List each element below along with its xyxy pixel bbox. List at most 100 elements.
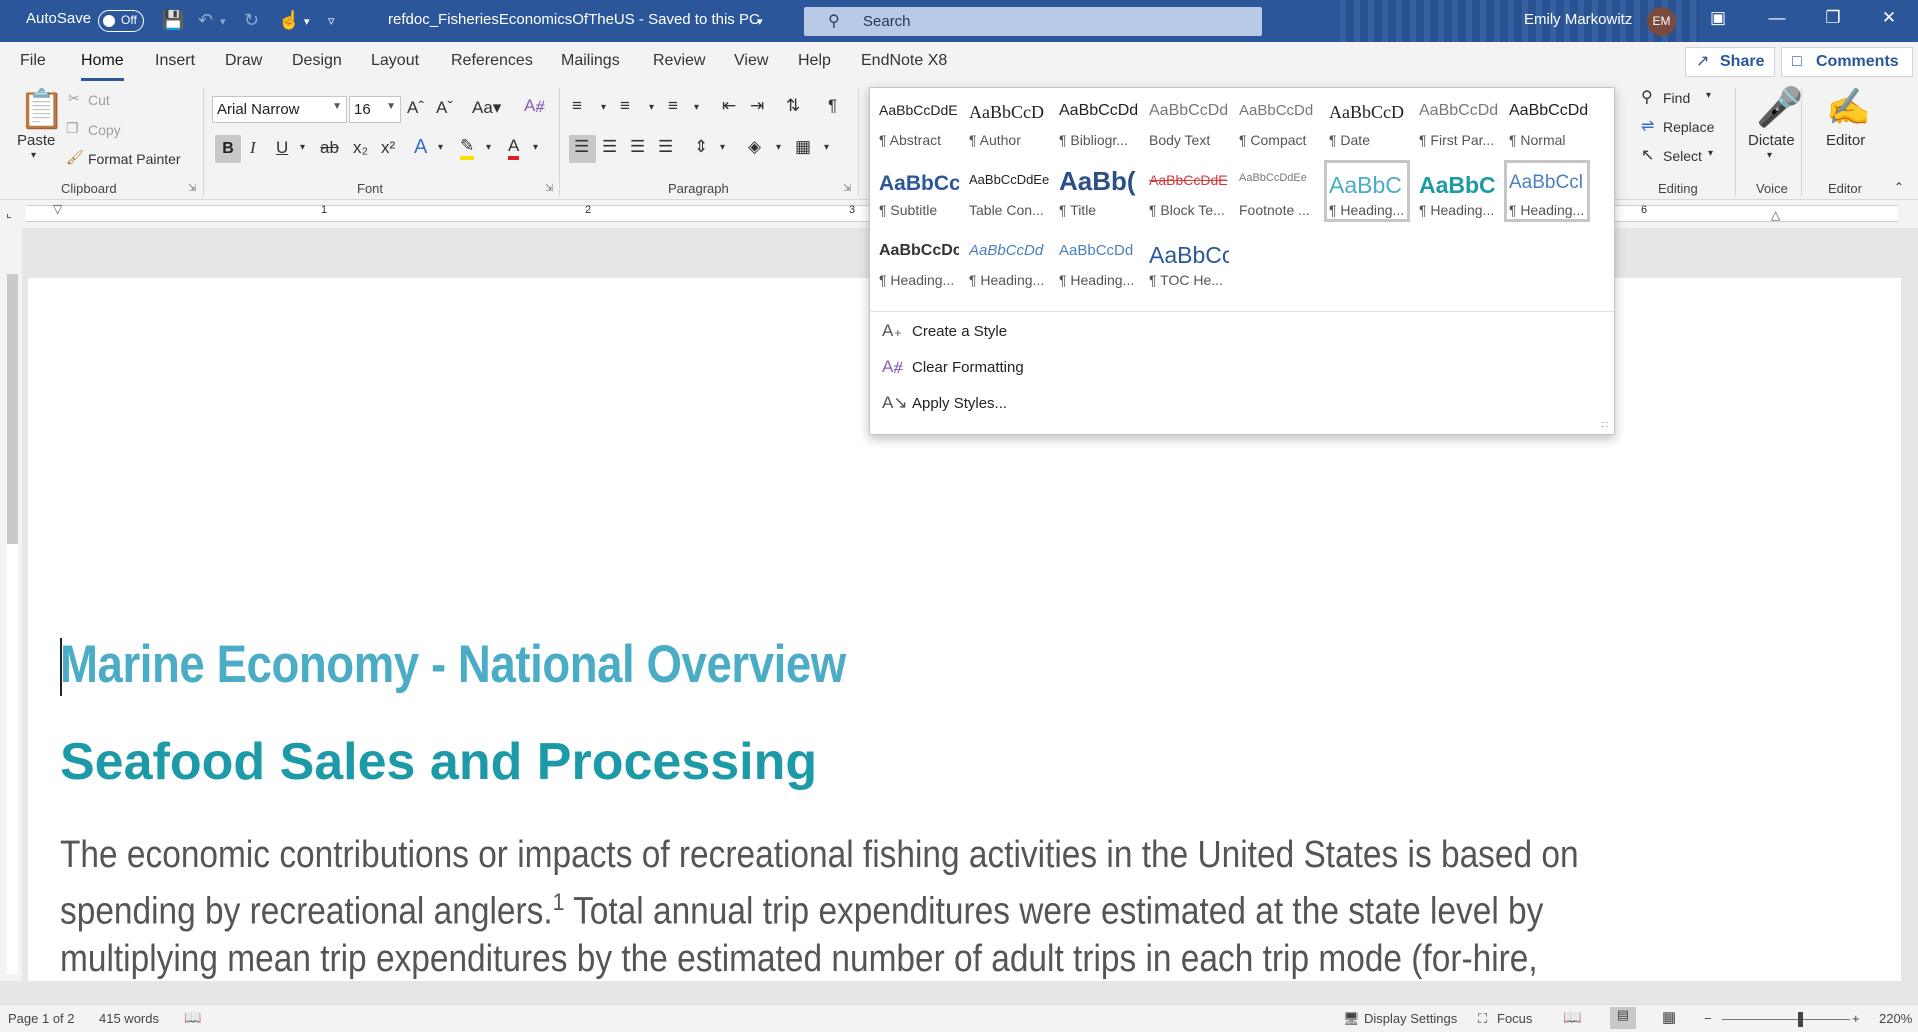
cut-button[interactable]: Cut	[88, 92, 110, 108]
paste-dropdown-icon[interactable]: ▾	[31, 150, 36, 161]
clipboard-launcher-icon[interactable]: ⇲	[188, 183, 196, 194]
tab-view[interactable]: View	[734, 52, 768, 70]
style-author[interactable]: AaBbCcD ¶ Author	[964, 90, 1050, 152]
minimize-icon[interactable]: —	[1762, 8, 1792, 34]
style-heading-6[interactable]: AaBbCcDd ¶ Heading...	[1054, 230, 1140, 292]
redo-icon[interactable]: ↻	[244, 10, 259, 31]
title-dropdown-icon[interactable]: ▾	[757, 15, 763, 28]
touch-dropdown-icon[interactable]: ▾	[304, 15, 310, 28]
tab-endnote[interactable]: EndNote X8	[861, 52, 947, 70]
text-effects-icon[interactable]: A	[414, 136, 427, 159]
font-color-icon[interactable]: A	[508, 136, 520, 160]
user-name[interactable]: Emily Markowitz	[1524, 11, 1632, 28]
customize-toolbar-icon[interactable]: ▿	[328, 13, 335, 29]
search-box[interactable]: ⚲ Search	[804, 7, 1262, 36]
superscript-button[interactable]: x²	[381, 138, 395, 158]
style-subtitle[interactable]: AaBbCc ¶ Subtitle	[874, 160, 960, 222]
tab-review[interactable]: Review	[653, 52, 705, 70]
sort-icon[interactable]: ⇅	[786, 96, 800, 116]
numbering-dropdown-icon[interactable]: ▾	[649, 102, 654, 113]
heading-2[interactable]: Seafood Sales and Processing	[60, 732, 817, 792]
comments-button[interactable]: □ Comments	[1781, 47, 1913, 77]
style-compact[interactable]: AaBbCcDd ¶ Compact	[1234, 90, 1320, 152]
multilevel-list-icon[interactable]: ≡	[668, 96, 678, 116]
style-body-text[interactable]: AaBbCcDdl Body Text	[1144, 90, 1230, 152]
apply-styles-action[interactable]: A↘ Apply Styles...	[882, 393, 1007, 413]
underline-button[interactable]: U	[276, 138, 288, 158]
increase-indent-icon[interactable]: ⇥	[750, 96, 764, 116]
zoom-in-icon[interactable]: +	[1852, 1011, 1860, 1026]
font-color-dropdown-icon[interactable]: ▾	[533, 142, 538, 153]
select-button[interactable]: Select	[1663, 148, 1702, 164]
bullets-dropdown-icon[interactable]: ▾	[601, 102, 606, 113]
strikethrough-button[interactable]: ab	[320, 138, 339, 158]
bullets-icon[interactable]: ≡	[572, 96, 582, 116]
style-normal[interactable]: AaBbCcDdl ¶ Normal	[1504, 90, 1590, 152]
clear-formatting-icon[interactable]: A⧣	[524, 96, 545, 116]
find-button[interactable]: Find	[1663, 90, 1690, 106]
print-layout-icon[interactable]: ▤	[1610, 1007, 1636, 1029]
shading-dropdown-icon[interactable]: ▾	[776, 142, 781, 153]
indent-marker-icon[interactable]: ▽	[53, 202, 62, 216]
save-icon[interactable]: 💾	[162, 10, 184, 31]
avatar[interactable]: EM	[1647, 7, 1676, 36]
multilevel-dropdown-icon[interactable]: ▾	[694, 102, 699, 113]
editor-button[interactable]: Editor	[1826, 132, 1865, 149]
change-case-icon[interactable]: Aa▾	[472, 98, 501, 118]
decrease-indent-icon[interactable]: ⇤	[722, 96, 736, 116]
footnote-reference[interactable]: 1	[553, 889, 565, 916]
right-indent-marker-icon[interactable]: △	[1771, 208, 1780, 222]
style-bibliography[interactable]: AaBbCcDdl ¶ Bibliogr...	[1054, 90, 1140, 152]
style-table-contents[interactable]: AaBbCcDdEe Table Con...	[964, 160, 1050, 222]
text-effects-dropdown-icon[interactable]: ▾	[438, 142, 443, 153]
share-button[interactable]: ↗ Share	[1685, 47, 1775, 77]
vertical-scrollbar[interactable]	[1901, 228, 1918, 981]
display-settings-button[interactable]: Display Settings	[1364, 1011, 1457, 1026]
style-footnote[interactable]: AaBbCcDdEe Footnote ...	[1234, 160, 1320, 222]
undo-icon[interactable]: ↶	[198, 10, 213, 31]
style-heading-5[interactable]: AaBbCcDd ¶ Heading...	[964, 230, 1050, 292]
heading-1[interactable]: Marine Economy - National Overview	[60, 634, 846, 695]
touch-mode-icon[interactable]: ☝	[278, 10, 300, 31]
restore-icon[interactable]: ❐	[1818, 8, 1848, 34]
line-spacing-icon[interactable]: ⇕	[694, 137, 708, 157]
paragraph-launcher-icon[interactable]: ⇲	[843, 183, 851, 194]
style-abstract[interactable]: AaBbCcDdE ¶ Abstract	[874, 90, 960, 152]
close-icon[interactable]: ✕	[1874, 8, 1904, 34]
subscript-button[interactable]: x₂	[353, 138, 368, 158]
zoom-slider[interactable]	[1722, 1019, 1850, 1020]
clear-formatting-action[interactable]: A⧣ Clear Formatting	[882, 357, 1024, 377]
bold-button[interactable]: B	[215, 135, 241, 163]
borders-icon[interactable]: ▦	[795, 137, 811, 157]
shrink-font-icon[interactable]: Aˇ	[436, 98, 453, 118]
dictate-dropdown-icon[interactable]: ▾	[1767, 150, 1772, 161]
justify-icon[interactable]: ☰	[658, 137, 673, 157]
grow-font-icon[interactable]: Aˆ	[407, 98, 424, 118]
page-count[interactable]: Page 1 of 2	[8, 1011, 75, 1026]
style-heading-2[interactable]: AaBbC ¶ Heading...	[1414, 160, 1500, 222]
style-toc-heading[interactable]: AaBbCc ¶ TOC He...	[1144, 230, 1230, 292]
style-heading-3[interactable]: AaBbCcl ¶ Heading...	[1504, 160, 1590, 222]
create-style-action[interactable]: A₊ Create a Style	[882, 321, 1007, 341]
collapse-ribbon-icon[interactable]: ⌃	[1894, 180, 1904, 194]
align-center-icon[interactable]: ☰	[602, 137, 617, 157]
ribbon-display-icon[interactable]: ▣	[1703, 8, 1733, 34]
tab-file[interactable]: File	[20, 52, 46, 70]
proofing-icon[interactable]: 📖	[184, 1009, 201, 1026]
format-painter-button[interactable]: Format Painter	[88, 151, 181, 167]
resize-grip-icon[interactable]: ∷	[1602, 420, 1608, 431]
word-count[interactable]: 415 words	[99, 1011, 159, 1026]
borders-dropdown-icon[interactable]: ▾	[824, 142, 829, 153]
autosave-toggle[interactable]: Off	[98, 10, 144, 32]
select-dropdown-icon[interactable]: ▾	[1708, 148, 1713, 159]
tab-help[interactable]: Help	[798, 52, 831, 70]
paste-icon[interactable]: 📋	[18, 88, 65, 132]
numbering-icon[interactable]: ≡	[620, 96, 630, 116]
undo-dropdown-icon[interactable]: ▾	[220, 15, 226, 28]
italic-button[interactable]: I	[250, 138, 256, 158]
tab-mailings[interactable]: Mailings	[561, 52, 620, 70]
tab-home[interactable]: Home	[81, 52, 124, 81]
paste-label[interactable]: Paste	[17, 132, 55, 149]
body-paragraph[interactable]: The economic contributions or impacts of…	[60, 832, 1644, 981]
replace-button[interactable]: Replace	[1663, 119, 1714, 135]
